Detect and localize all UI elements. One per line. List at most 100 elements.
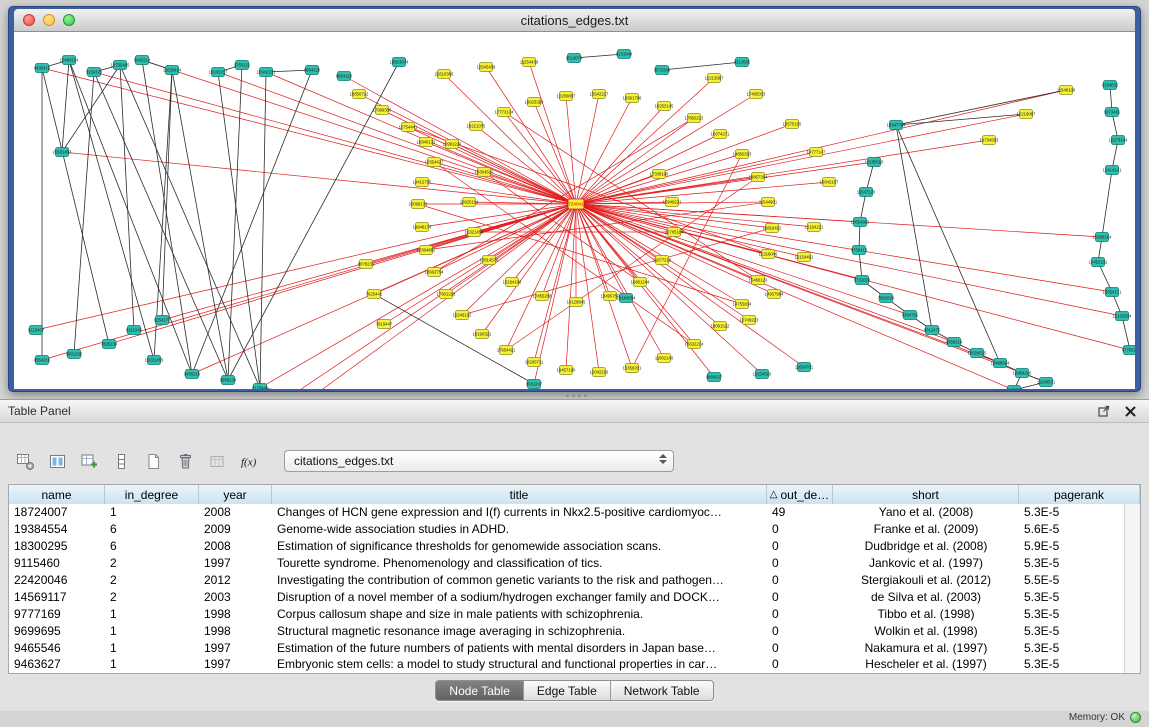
graph-node-label: 11077216 (653, 258, 672, 263)
graph-node-label: 9755413 (851, 248, 868, 253)
tab-network-table[interactable]: Network Table (611, 681, 713, 700)
table-cell: 0 (767, 590, 833, 604)
graph-node-label: 8131044 (616, 52, 633, 57)
column-header-pagerank[interactable]: pagerank (1019, 485, 1140, 504)
column-header-title[interactable]: title (272, 485, 767, 504)
graph-edge (344, 76, 576, 204)
graph-edge (576, 204, 720, 326)
minimize-window-button[interactable] (43, 14, 55, 26)
graph-node-label: 15246102 (453, 313, 472, 318)
graph-node-label: 15154491 (795, 255, 814, 260)
table-row[interactable]: 2242004622012Investigating the contribut… (9, 572, 1125, 589)
merge-rows-button[interactable] (108, 448, 135, 475)
graph-node-label: 19457190 (557, 368, 576, 373)
graph-node-label: 8878231 (358, 262, 375, 267)
graph-node-label: 18813074 (390, 60, 409, 65)
import-table-button[interactable] (76, 448, 103, 475)
column-header-label: out_de… (781, 488, 830, 502)
graph-node-label: 9664120 (304, 68, 321, 73)
column-header-out-de-[interactable]: △out_de… (767, 485, 833, 504)
table-row[interactable]: 1872400712008Changes of HCN gene express… (9, 504, 1125, 521)
column-header-short[interactable]: short (833, 485, 1019, 504)
table-cell: 1997 (199, 641, 272, 655)
table-cell: 2 (105, 556, 199, 570)
table-cell: 1 (105, 657, 199, 671)
graph-node-label: 11544901 (759, 200, 778, 205)
column-header-year[interactable]: year (199, 485, 272, 504)
table-cell: Nakamura et al. (1997) (833, 641, 1019, 655)
table-cell: 1 (105, 641, 199, 655)
column-header-in-degree[interactable]: in_degree (105, 485, 199, 504)
table-cell: Embryonic stem cells: a model to study s… (272, 657, 767, 671)
table-cell: 1 (105, 607, 199, 621)
graph-node-label: 16625310 (525, 100, 544, 105)
vertical-scrollbar[interactable] (1124, 504, 1140, 673)
graph-node-label: 18575105 (783, 122, 802, 127)
graph-node-label: 8554216 (34, 358, 51, 363)
graph-edge (896, 125, 932, 330)
graph-node-label: 10654910 (851, 220, 870, 225)
column-header-label: name (41, 488, 71, 502)
table-row[interactable]: 1456911722003Disruption of a novel membe… (9, 588, 1125, 605)
window-titlebar[interactable]: citations_edges.txt (14, 9, 1135, 32)
tab-node-table[interactable]: Node Table (436, 681, 524, 700)
graph-node-label: 13814576 (480, 258, 499, 263)
table-row[interactable]: 1830029562008Estimation of significance … (9, 538, 1125, 555)
graph-node-label: 12705114 (665, 230, 684, 235)
close-window-button[interactable] (23, 14, 35, 26)
network-canvas[interactable]: 1724041218850712179993561275444116840132… (14, 32, 1135, 389)
table-row[interactable]: 946362711997Embryonic stem cells: a mode… (9, 656, 1125, 673)
graph-node-label: 6731029 (854, 278, 871, 283)
combo-arrows-icon (659, 454, 667, 464)
table-row[interactable]: 946554611997Estimation of the future num… (9, 639, 1125, 656)
graph-edge (482, 204, 576, 334)
table-settings-button[interactable] (12, 448, 39, 475)
panel-resize-handle[interactable] (566, 394, 587, 397)
delete-table-button[interactable] (172, 448, 199, 475)
graph-node-label: 16632214 (685, 342, 704, 347)
graph-edge (62, 152, 576, 204)
import-table-disabled-button[interactable] (204, 448, 231, 475)
table-cell: 5.3E-5 (1019, 607, 1125, 621)
table-cell: 5.3E-5 (1019, 505, 1125, 519)
network-view[interactable]: 1724041218850712179993561275444116840132… (14, 32, 1135, 389)
graph-node-label: 16042167 (820, 180, 839, 185)
graph-node-label: 11902140 (655, 356, 674, 361)
graph-node-label: 9031247 (526, 382, 543, 387)
graph-node-label: 8854120 (336, 74, 353, 79)
graph-node-label: 19025114 (460, 200, 479, 205)
graph-edge (374, 294, 534, 384)
float-window-icon (1097, 404, 1111, 418)
new-table-button[interactable] (140, 448, 167, 475)
close-panel-button[interactable] (1123, 404, 1137, 418)
graph-node-label: 14452102 (1089, 260, 1108, 265)
network-table-selector[interactable]: citations_edges.txt (284, 450, 674, 472)
graph-node-label: 17240412 (566, 202, 587, 207)
column-header-label: pagerank (1054, 488, 1104, 502)
show-columns-button[interactable] (44, 448, 71, 475)
table-cell: Genome-wide association studies in ADHD. (272, 522, 767, 536)
graph-edge (192, 204, 576, 374)
table-row[interactable]: 1938455462009Genome-wide association stu… (9, 521, 1125, 538)
table-row[interactable]: 969969511998Structural magnetic resonanc… (9, 622, 1125, 639)
zoom-window-button[interactable] (63, 14, 75, 26)
tab-edge-table[interactable]: Edge Table (524, 681, 611, 700)
graph-node-label: 10493214 (60, 58, 79, 63)
graph-node-label: 17601218 (437, 292, 456, 297)
table-row[interactable]: 977716911998Corpus callosum shape and si… (9, 605, 1125, 622)
desktop: citations_edges.txt 17240412188507121799… (0, 0, 1149, 727)
graph-node-label: 10468924 (991, 361, 1010, 366)
table-cell: 1997 (199, 556, 272, 570)
graph-node-label: 9558214 (946, 340, 963, 345)
graph-node-label: 7625442 (366, 292, 383, 297)
graph-edge (576, 114, 1026, 204)
graph-node-label: 19184554 (617, 296, 636, 301)
graph-node-label: 5572346 (654, 68, 671, 73)
table-row[interactable]: 911546021997Tourette syndrome. Phenomeno… (9, 555, 1125, 572)
table-cell: Investigating the contribution of common… (272, 573, 767, 587)
float-panel-button[interactable] (1097, 404, 1111, 418)
function-builder-button[interactable]: f(x) (236, 448, 263, 475)
graph-node-label: 18221075 (467, 124, 486, 129)
graph-node-label: 9245012 (1006, 388, 1023, 389)
column-header-name[interactable]: name (9, 485, 105, 504)
